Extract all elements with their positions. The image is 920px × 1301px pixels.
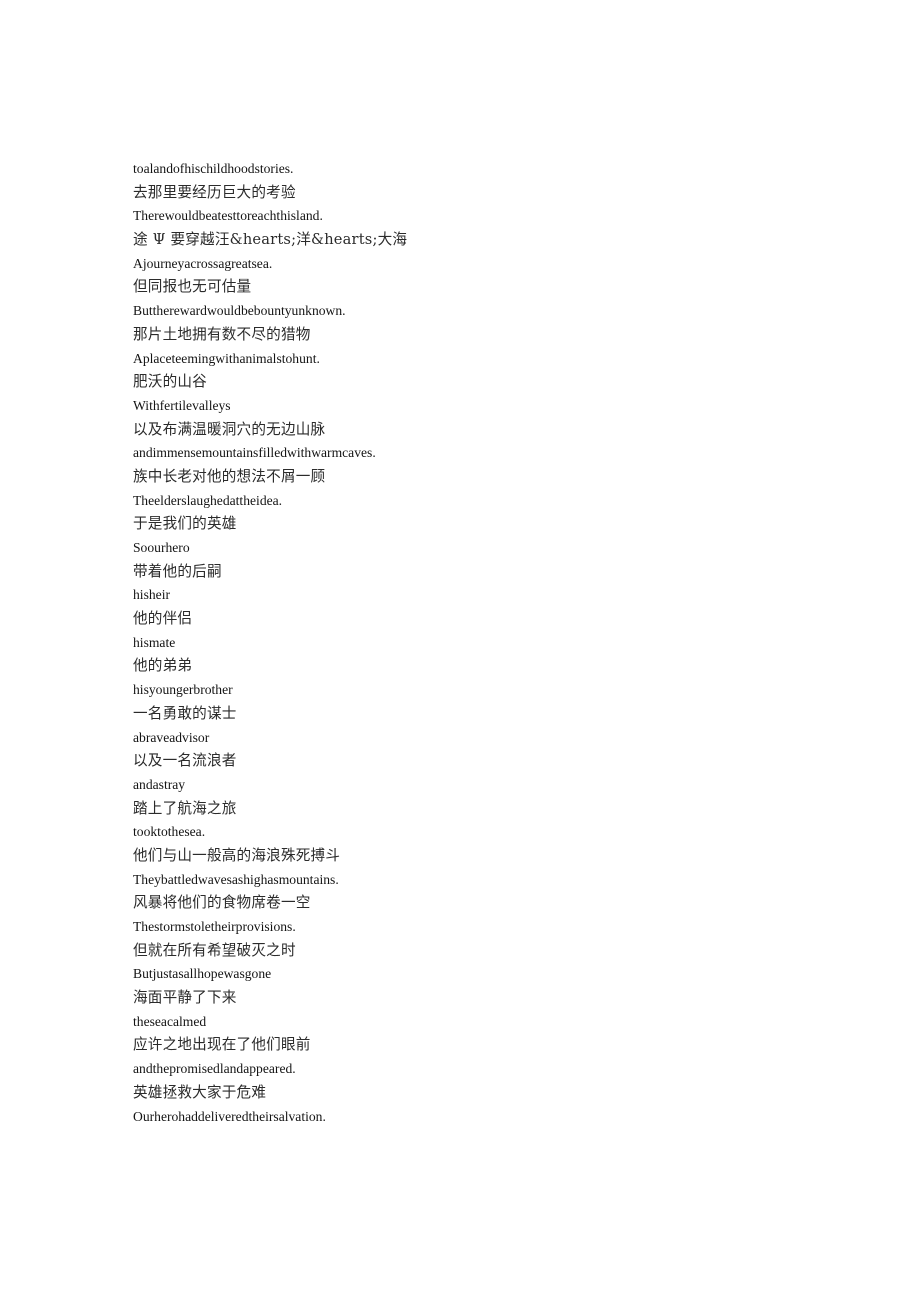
document-line: Ajourneyacrossagreatsea.: [133, 255, 273, 271]
document-line: Soourhero: [133, 540, 190, 555]
document-line: 肥沃的山谷: [133, 373, 207, 391]
document-line: 风暴将他们的食物席卷一空: [133, 894, 311, 912]
document-line: Ourherohaddeliveredtheirsalvation.: [133, 1108, 326, 1124]
document-line: hisheir: [133, 587, 170, 603]
document-line: 踏上了航海之旅: [133, 799, 237, 817]
document-line: toalandofhischildhoodstories.: [133, 161, 294, 176]
document-line: Theelderslaughedattheidea.: [133, 492, 283, 508]
document-line: 他的伴侣: [133, 610, 193, 628]
document-line: andthepromisedlandappeared.: [133, 1061, 296, 1077]
document-line: 但就在所有希望破灭之时: [133, 941, 296, 959]
document-line: 英雄拯救大家于危难: [133, 1083, 267, 1101]
document-line: andimmensemountainsfilledwithwarmcaves.: [133, 445, 376, 461]
document-line: 以及一名流浪者: [133, 752, 237, 770]
document-line: 途 Ψ 要穿越汪&hearts;洋&hearts;大海: [133, 231, 408, 249]
document-text-body: toalandofhischildhoodstories. 去那里要经历巨大的考验…: [133, 157, 833, 1128]
document-line: 那片土地拥有数不尽的猎物: [133, 325, 311, 343]
document-line: 带着他的后嗣: [133, 562, 222, 580]
document-line: Buttherewardwouldbebountyunknown.: [133, 303, 346, 319]
document-line: 于是我们的英雄: [133, 515, 237, 533]
document-line: Theybattledwavesashighasmountains.: [133, 871, 339, 887]
document-line: 族中长老对他的想法不屑一顾: [133, 467, 326, 485]
document-line: tooktothesea.: [133, 824, 206, 840]
document-line: 一名勇敢的谋士: [133, 704, 237, 722]
document-line: 去那里要经历巨大的考验: [133, 183, 296, 201]
document-line: Thestormstoletheirprovisions.: [133, 919, 296, 934]
document-line: Aplaceteemingwithanimalstohunt.: [133, 350, 320, 366]
document-line: hisyoungerbrother: [133, 682, 233, 698]
document-line: andastray: [133, 776, 186, 792]
document-page: toalandofhischildhoodstories. 去那里要经历巨大的考验…: [0, 0, 920, 1301]
document-line: 应许之地出现在了他们眼前: [133, 1036, 311, 1054]
document-line: Withfertilevalleys: [133, 397, 231, 413]
document-line: 海面平静了下来: [133, 989, 237, 1007]
document-line: Butjustasallhopewasgone: [133, 966, 272, 982]
document-line: 但同报也无可估量: [133, 278, 252, 296]
document-line: 他的弟弟: [133, 657, 193, 675]
document-line: abraveadvisor: [133, 729, 210, 745]
document-line: hismate: [133, 634, 176, 650]
document-line: theseacalmed: [133, 1013, 207, 1029]
document-line: 他们与山一般高的海浪殊死搏斗: [133, 846, 341, 864]
document-line: 以及布满温暖洞穴的无边山脉: [133, 420, 326, 438]
document-line: Therewouldbeatesttoreachthisland.: [133, 208, 323, 224]
